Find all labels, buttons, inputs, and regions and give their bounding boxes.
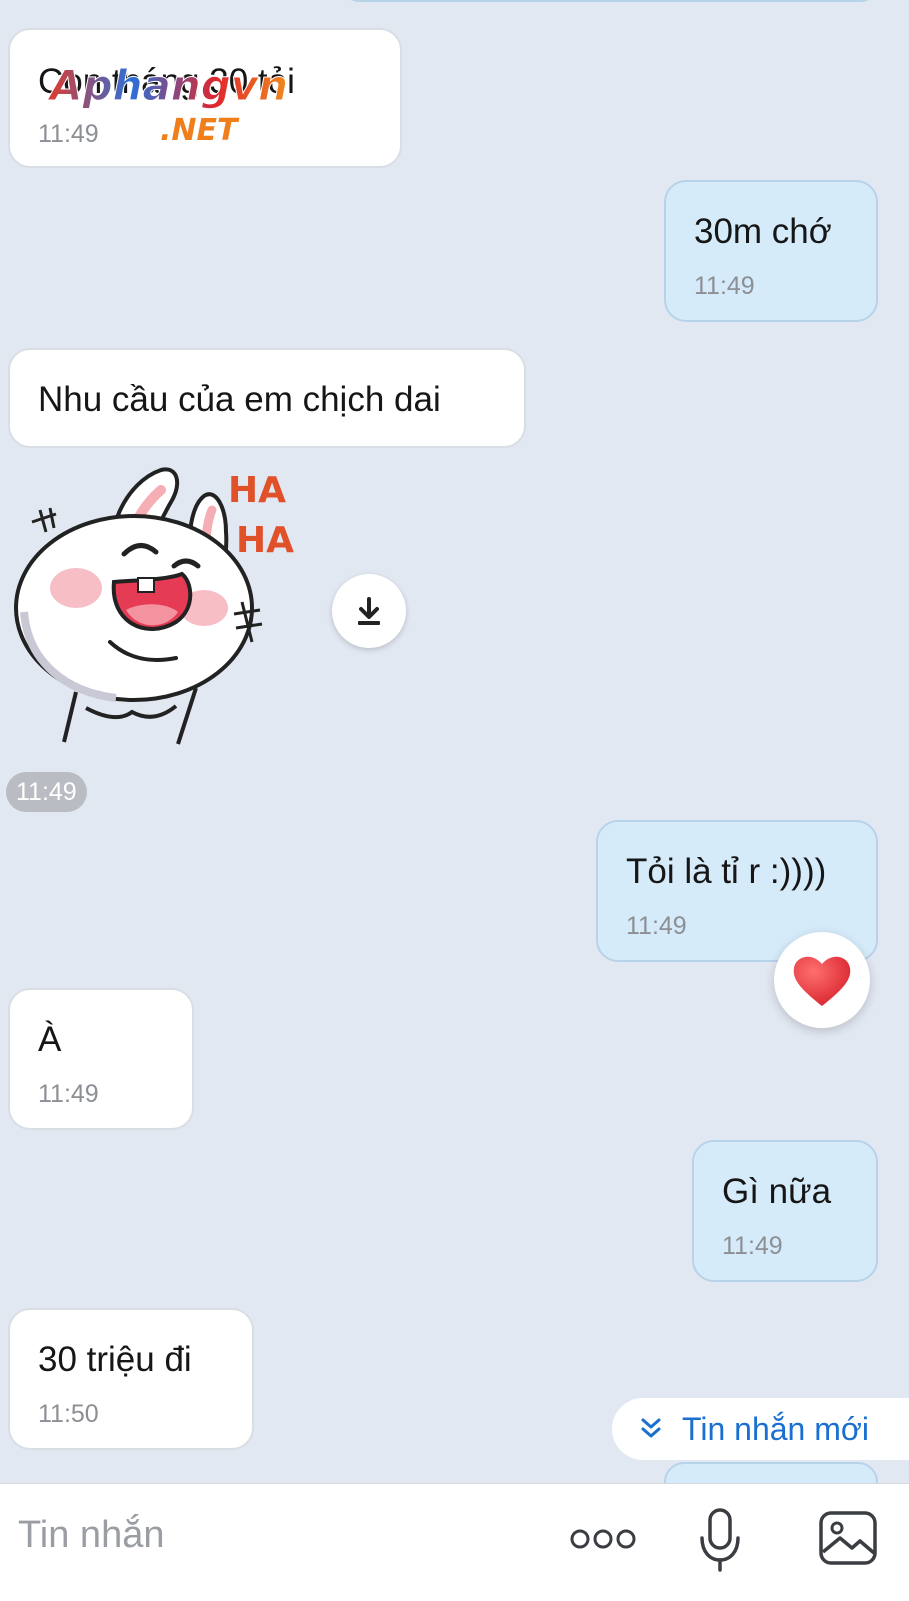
sticker-time: 11:49 xyxy=(6,772,87,812)
message-time: 11:50 xyxy=(38,1400,99,1428)
watermark-brand: Aphangvn xyxy=(48,61,288,110)
download-sticker-button[interactable] xyxy=(332,574,406,648)
download-icon xyxy=(358,597,380,625)
more-icon[interactable] xyxy=(570,1524,636,1554)
heart-icon xyxy=(793,956,851,1006)
reaction-badge[interactable] xyxy=(774,932,870,1028)
bunny-laughing-sticker[interactable]: HA HA xyxy=(6,462,306,762)
message-text: Tỏi là tỉ r :)))) xyxy=(626,852,827,891)
new-messages-button[interactable]: Tin nhắn mới xyxy=(612,1398,909,1460)
message-bubble-incoming[interactable]: À 11:49 xyxy=(8,988,194,1130)
message-composer: Tin nhắn xyxy=(0,1483,909,1601)
message-text: 30 triệu đi xyxy=(38,1340,192,1379)
watermark-suffix: .NET xyxy=(160,113,240,144)
partial-message-bubble xyxy=(340,0,880,2)
watermark-logo: Aphangvn .NET xyxy=(48,61,289,145)
message-time: 11:49 xyxy=(722,1232,783,1260)
message-text: 30m chớ xyxy=(694,212,832,251)
message-input[interactable]: Tin nhắn xyxy=(18,1514,164,1557)
message-bubble-incoming[interactable]: Nhu cầu của em chịch dai xyxy=(8,348,526,448)
new-messages-label: Tin nhắn mới xyxy=(682,1410,869,1447)
message-bubble-outgoing[interactable]: 30m chớ 11:49 xyxy=(664,180,878,322)
message-text: Gì nữa xyxy=(722,1172,832,1211)
message-bubble-incoming[interactable]: 30 triệu đi 11:50 xyxy=(8,1308,254,1450)
chat-area[interactable]: Con tháng 30 tỏi 11:49 Aphangvn .NET 30m… xyxy=(0,0,909,1483)
double-chevron-down-icon xyxy=(641,1418,661,1438)
image-icon[interactable] xyxy=(818,1508,878,1568)
message-time: 11:49 xyxy=(38,1080,99,1108)
microphone-icon[interactable] xyxy=(698,1508,742,1572)
partial-message-bubble xyxy=(664,1462,878,1483)
message-time: 11:49 xyxy=(626,912,687,940)
message-text: Nhu cầu của em chịch dai xyxy=(38,380,441,419)
message-bubble-outgoing[interactable]: Gì nữa 11:49 xyxy=(692,1140,878,1282)
sticker-ha-top: HA xyxy=(228,470,286,511)
message-time: 11:49 xyxy=(694,272,755,300)
sticker-ha-bottom: HA xyxy=(236,520,294,561)
message-text: À xyxy=(38,1020,62,1059)
